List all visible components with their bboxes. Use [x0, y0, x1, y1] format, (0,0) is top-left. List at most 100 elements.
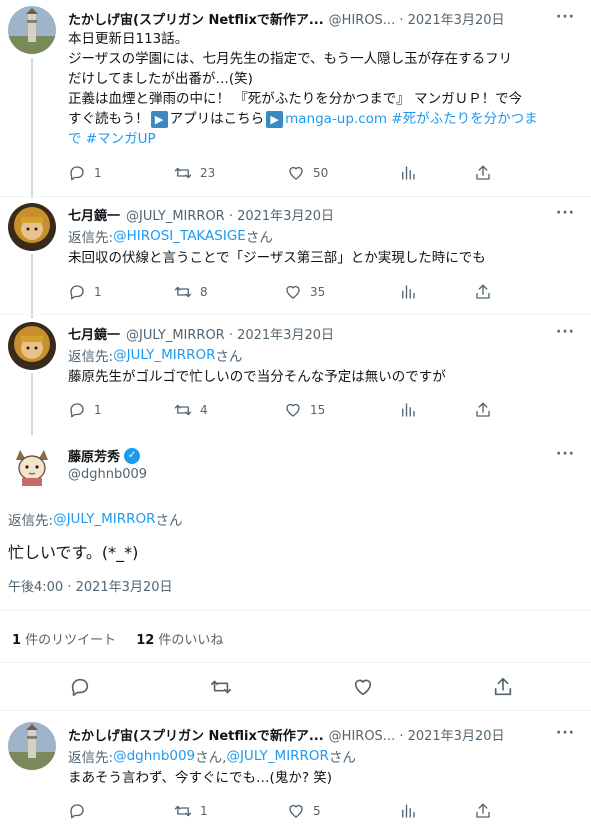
share-icon	[476, 165, 490, 180]
reply-icon	[70, 166, 84, 181]
tweet-line: 正義は血煙と弾雨の中に！ 『死がふたりを分かつまで』 マンガＵＰ！で今	[68, 91, 523, 107]
retweet-count: 4	[200, 403, 208, 417]
author-name[interactable]: たかしげ宙(スプリガン Netflixで新作ア...	[68, 725, 324, 744]
share-button[interactable]	[474, 401, 492, 419]
avatar-july-mirror[interactable]	[8, 322, 56, 370]
share-button[interactable]	[474, 283, 492, 301]
reply-to: 返信先: @JULY_MIRROR さん	[8, 509, 183, 529]
more-icon[interactable]: ···	[556, 725, 575, 741]
tweet-header: 七月鏡一 @JULY_MIRROR · 2021年3月20日	[68, 324, 334, 343]
share-button[interactable]	[492, 676, 514, 698]
avatar-july-mirror[interactable]	[8, 203, 56, 251]
retweet-button[interactable]	[210, 676, 232, 698]
divider	[0, 610, 591, 611]
retweet-icon	[174, 404, 192, 416]
analytics-button[interactable]	[399, 802, 417, 820]
reply-button[interactable]: 1	[68, 401, 102, 419]
tweet-timestamp[interactable]: 午後4:00 · 2021年3月20日	[8, 576, 173, 595]
reply-to-suffix: さん	[155, 513, 183, 529]
share-button[interactable]	[474, 164, 492, 182]
retweet-count: 1	[200, 804, 208, 818]
retweet-icon	[174, 805, 192, 817]
analytics-button[interactable]	[399, 164, 417, 182]
share-icon	[476, 402, 490, 417]
author-handle-date[interactable]: @HIROS... · 2021年3月20日	[329, 725, 505, 744]
heart-icon	[289, 804, 303, 818]
avatar-takashige[interactable]	[8, 6, 56, 54]
more-icon[interactable]: ···	[556, 205, 575, 221]
divider	[0, 314, 591, 315]
retweet-stat-label: 件のリツイート	[21, 633, 117, 648]
reply-count: 1	[94, 285, 102, 299]
reply-icon	[71, 678, 89, 697]
retweet-icon	[174, 286, 192, 298]
author-name[interactable]: 七月鏡一	[68, 324, 120, 343]
more-icon[interactable]: ···	[556, 9, 575, 25]
author-handle-date[interactable]: @JULY_MIRROR · 2021年3月20日	[126, 205, 334, 224]
reply-to-separator: さん,	[195, 750, 227, 766]
retweet-stat[interactable]: 1 件のリツイート	[12, 629, 116, 648]
share-icon	[476, 284, 490, 299]
author-handle-date[interactable]: @JULY_MIRROR · 2021年3月20日	[126, 324, 334, 343]
tweet-header: 七月鏡一 @JULY_MIRROR · 2021年3月20日	[68, 205, 334, 224]
analytics-button[interactable]	[399, 283, 417, 301]
tweet-text: まあそう言わず、今すぐにでも…(鬼か? 笑)	[68, 770, 333, 786]
author-handle-date[interactable]: @HIROS... · 2021年3月20日	[329, 9, 505, 28]
tweet-link[interactable]: manga-up.com #死がふたりを分かつま	[285, 111, 538, 127]
share-button[interactable]	[474, 802, 492, 820]
reply-to-suffix: さん	[328, 750, 356, 766]
tweet-text: すぐ読もう！	[68, 111, 149, 127]
reply-button[interactable]	[69, 676, 91, 698]
analytics-button[interactable]	[399, 401, 417, 419]
reply-icon	[70, 804, 84, 819]
thread-line	[31, 58, 33, 198]
reply-button[interactable]	[68, 802, 86, 820]
reply-to-prefix: 返信先:	[8, 513, 54, 529]
more-icon[interactable]: ···	[556, 324, 575, 340]
verified-badge-icon: ✓	[124, 447, 141, 464]
reply-to: 返信先: @JULY_MIRROR さん	[68, 345, 243, 365]
tweet-body: 本日更新日113話。 ジーザスの学園には、七月先生の指定で、もう一人隠し玉が存在…	[68, 29, 538, 149]
author-header: 藤原芳秀 ✓	[68, 446, 141, 465]
reply-to-prefix: 返信先:	[68, 750, 114, 766]
like-button[interactable]	[352, 676, 374, 698]
retweet-icon	[211, 680, 231, 694]
avatar-fujiwara[interactable]	[8, 440, 56, 488]
like-total: 12	[136, 633, 155, 648]
arrow-right-icon: ▶	[150, 111, 168, 128]
avatar-takashige[interactable]	[8, 722, 56, 770]
hashtag-link[interactable]: で #マンガUP	[68, 129, 538, 149]
like-button[interactable]: 15	[284, 401, 325, 419]
heart-icon	[354, 679, 372, 696]
reply-to-prefix: 返信先:	[68, 349, 114, 365]
more-icon[interactable]: ···	[556, 446, 575, 462]
reply-button[interactable]: 1	[68, 283, 102, 301]
author-name[interactable]: たかしげ宙(スプリガン Netflixで新作ア...	[68, 9, 324, 28]
tweet-text: 藤原先生がゴルゴで忙しいので当分そんな予定は無いのですが	[68, 369, 446, 385]
like-button[interactable]: 5	[287, 802, 321, 820]
tweet-text: アプリはこちら	[169, 111, 265, 127]
reply-to-handle[interactable]: @JULY_MIRROR	[53, 511, 155, 527]
share-icon	[476, 803, 490, 818]
like-stat[interactable]: 12 件のいいね	[136, 629, 223, 648]
tweet-line: ジーザスの学園には、七月先生の指定で、もう一人隠し玉が存在するフリ	[68, 51, 513, 67]
like-button[interactable]: 35	[284, 283, 325, 301]
retweet-button[interactable]: 1	[174, 802, 208, 820]
engagement-stats: 1 件のリツイート 12 件のいいね	[12, 629, 223, 648]
reply-to-handle[interactable]: @JULY_MIRROR	[113, 347, 215, 363]
reply-to-handle[interactable]: @HIROSI_TAKASIGE	[113, 228, 246, 244]
heart-icon	[286, 403, 300, 417]
retweet-button[interactable]: 23	[174, 164, 215, 182]
author-handle[interactable]: @dghnb009	[68, 467, 147, 482]
reply-button[interactable]: 1	[68, 164, 102, 182]
retweet-button[interactable]: 8	[174, 283, 208, 301]
reply-to-handle[interactable]: @JULY_MIRROR	[226, 748, 328, 764]
tweet-header: たかしげ宙(スプリガン Netflixで新作ア... @HIROS... · 2…	[68, 725, 505, 744]
reply-to-handle[interactable]: @dghnb009	[113, 748, 195, 764]
like-count: 50	[313, 166, 329, 180]
author-name[interactable]: 七月鏡一	[68, 205, 120, 224]
retweet-button[interactable]: 4	[174, 401, 208, 419]
like-button[interactable]: 50	[287, 164, 328, 182]
analytics-icon	[402, 285, 415, 299]
author-name[interactable]: 藤原芳秀	[68, 446, 120, 465]
